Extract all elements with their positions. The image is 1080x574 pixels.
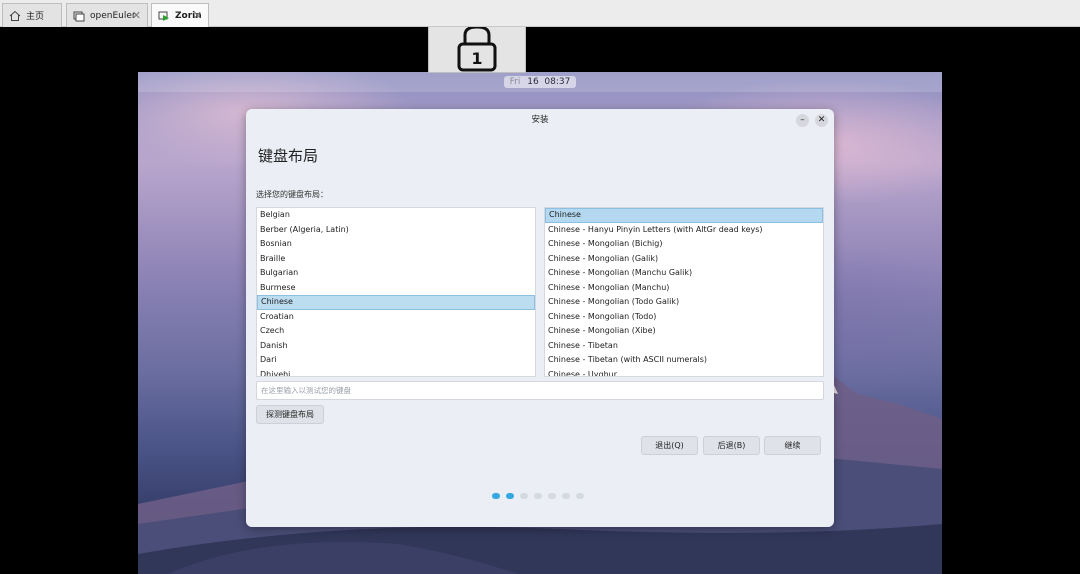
installer-window: 安装 – ✕ 键盘布局 选择您的键盘布局： Belgian Berber (Alg…	[246, 109, 834, 527]
variant-list-item[interactable]: Chinese - Mongolian (Todo Galik)	[545, 295, 823, 310]
home-icon	[9, 10, 21, 22]
host-tab-label: openEuler	[90, 10, 136, 21]
host-tab-home[interactable]: 主页	[2, 3, 62, 27]
close-icon[interactable]: ✕	[132, 9, 141, 22]
variant-list-item[interactable]: Chinese - Mongolian (Bichig)	[545, 237, 823, 252]
layout-list-item[interactable]: Dari	[257, 353, 535, 368]
clock-date: 16	[527, 77, 539, 87]
variant-list-item[interactable]: Chinese - Mongolian (Todo)	[545, 310, 823, 325]
vm-screen[interactable]: Fri 16 08:37 1 安装 – ✕ 键盘布局 选择您的键盘布局： Bel…	[0, 27, 1080, 574]
window-title: 安装	[531, 115, 549, 125]
keyboard-variant-list[interactable]: Chinese Chinese - Hanyu Pinyin Letters (w…	[544, 207, 824, 377]
lock-number: 1	[471, 49, 482, 68]
keyboard-lock-indicator: 1	[428, 27, 526, 73]
close-icon[interactable]: ✕	[193, 9, 202, 22]
host-tab-zorin[interactable]: Zorin ✕	[151, 3, 209, 27]
host-tab-label: 主页	[26, 12, 45, 22]
layout-prompt: 选择您的键盘布局：	[256, 190, 328, 199]
quit-button[interactable]: 退出(Q)	[641, 436, 698, 455]
variant-list-item[interactable]: Chinese	[545, 208, 823, 223]
layout-list-item[interactable]: Bulgarian	[257, 266, 535, 281]
variant-list-item[interactable]: Chinese - Mongolian (Manchu)	[545, 281, 823, 296]
keyboard-test-input[interactable]: 在这里输入以测试您的键盘	[256, 381, 824, 400]
vm-window-icon	[73, 10, 85, 22]
minimize-button[interactable]: –	[796, 114, 809, 127]
progress-dot	[492, 493, 500, 499]
layout-list-item[interactable]: Danish	[257, 339, 535, 354]
layout-list-item[interactable]: Berber (Algeria, Latin)	[257, 223, 535, 238]
progress-dot	[562, 493, 570, 499]
host-tab-bar: 主页 openEuler ✕ Zorin ✕	[0, 0, 1080, 27]
page-title: 键盘布局	[258, 147, 319, 165]
variant-list-item[interactable]: Chinese - Uyghur	[545, 368, 823, 377]
layout-list-item[interactable]: Burmese	[257, 281, 535, 296]
layout-list-item[interactable]: Belgian	[257, 208, 535, 223]
variant-list-item[interactable]: Chinese - Tibetan (with ASCII numerals)	[545, 353, 823, 368]
continue-button[interactable]: 继续	[764, 436, 821, 455]
host-tab-openeuler[interactable]: openEuler ✕	[66, 3, 148, 27]
progress-dot	[534, 493, 542, 499]
progress-dot	[548, 493, 556, 499]
close-window-button[interactable]: ✕	[815, 114, 828, 127]
keyboard-layout-list[interactable]: Belgian Berber (Algeria, Latin) Bosnian Bra…	[256, 207, 536, 377]
variant-list-item[interactable]: Chinese - Mongolian (Manchu Galik)	[545, 266, 823, 281]
progress-dots	[492, 493, 584, 499]
variant-list-item[interactable]: Chinese - Mongolian (Galik)	[545, 252, 823, 267]
clock-time: 08:37	[544, 77, 571, 87]
vm-running-icon	[158, 10, 170, 22]
back-button[interactable]: 后退(B)	[703, 436, 760, 455]
layout-list-item[interactable]: Bosnian	[257, 237, 535, 252]
variant-list-item[interactable]: Chinese - Tibetan	[545, 339, 823, 354]
variant-list-item[interactable]: Chinese - Hanyu Pinyin Letters (with Alt…	[545, 223, 823, 238]
progress-dot	[576, 493, 584, 499]
desktop-top-bar: Fri 16 08:37	[138, 72, 942, 92]
variant-list-item[interactable]: Chinese - Mongolian (Xibe)	[545, 324, 823, 339]
layout-list-item[interactable]: Chinese	[257, 295, 535, 310]
layout-list-item[interactable]: Czech	[257, 324, 535, 339]
layout-list-item[interactable]: Dhivehi	[257, 368, 535, 377]
detect-layout-button[interactable]: 探测键盘布局	[256, 405, 324, 424]
progress-dot	[506, 493, 514, 499]
lock-icon: 1	[457, 27, 497, 72]
clock-day: Fri	[509, 77, 521, 87]
layout-list-item[interactable]: Braille	[257, 252, 535, 267]
progress-dot	[520, 493, 528, 499]
layout-list-item[interactable]: Croatian	[257, 310, 535, 325]
clock[interactable]: Fri 16 08:37	[503, 76, 577, 88]
